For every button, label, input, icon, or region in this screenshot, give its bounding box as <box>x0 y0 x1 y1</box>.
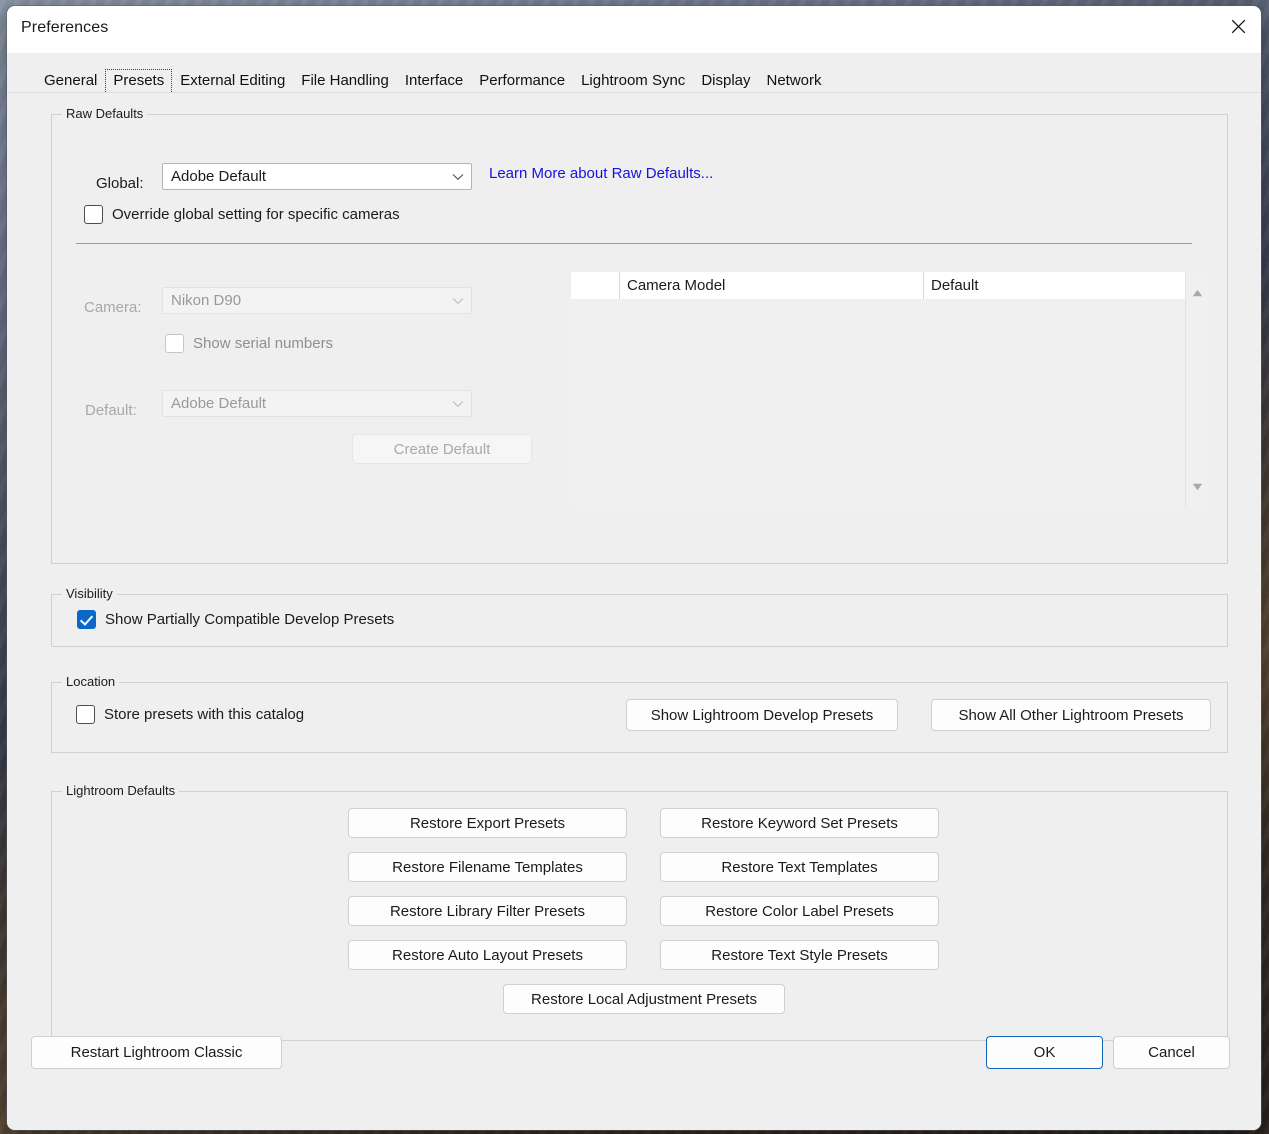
tab-presets[interactable]: Presets <box>105 69 173 94</box>
table-header-cell-camera-model[interactable]: Camera Model <box>620 272 924 299</box>
group-raw-defaults-legend: Raw Defaults <box>62 106 148 122</box>
store-presets-with-catalog-checkbox[interactable]: Store presets with this catalog <box>76 705 304 724</box>
chevron-down-icon <box>445 173 471 181</box>
group-location: Location Store presets with this catalog… <box>51 674 1228 753</box>
titlebar: Preferences <box>7 6 1261 53</box>
checkbox-box <box>76 705 95 724</box>
tab-display[interactable]: Display <box>693 69 759 94</box>
tab-external-editing[interactable]: External Editing <box>172 69 294 94</box>
table-vertical-scrollbar[interactable] <box>1185 272 1208 508</box>
dialog-footer: Restart Lightroom Classic OK Cancel <box>7 1036 1261 1130</box>
group-raw-defaults: Raw Defaults Global: Adobe Default Learn… <box>51 106 1228 564</box>
store-presets-with-catalog-label: Store presets with this catalog <box>104 706 305 723</box>
global-raw-default-select[interactable]: Adobe Default <box>162 163 472 190</box>
group-visibility-legend: Visibility <box>62 586 117 602</box>
ok-button[interactable]: OK <box>986 1036 1103 1069</box>
camera-defaults-table: Camera Model Default <box>571 272 1208 508</box>
show-partially-compatible-presets-checkbox[interactable]: Show Partially Compatible Develop Preset… <box>77 610 394 629</box>
table-header-row: Camera Model Default <box>571 272 1208 299</box>
tab-network[interactable]: Network <box>758 69 830 94</box>
restore-filename-templates-button[interactable]: Restore Filename Templates <box>348 852 627 882</box>
camera-select-value: Nikon D90 <box>171 292 242 309</box>
window-title: Preferences <box>21 19 109 36</box>
show-partially-compatible-presets-label: Show Partially Compatible Develop Preset… <box>105 611 395 628</box>
restore-keyword-set-presets-button[interactable]: Restore Keyword Set Presets <box>660 808 939 838</box>
restart-lightroom-classic-button[interactable]: Restart Lightroom Classic <box>31 1036 282 1069</box>
table-header-cell-default[interactable]: Default <box>924 272 1208 299</box>
tab-lightroom-sync[interactable]: Lightroom Sync <box>573 69 694 94</box>
restore-color-label-presets-button[interactable]: Restore Color Label Presets <box>660 896 939 926</box>
restore-auto-layout-presets-button[interactable]: Restore Auto Layout Presets <box>348 940 627 970</box>
show-serial-numbers-checkbox[interactable]: Show serial numbers <box>165 334 333 353</box>
camera-select[interactable]: Nikon D90 <box>162 287 472 314</box>
close-icon[interactable] <box>1215 6 1261 46</box>
group-location-legend: Location <box>62 674 120 690</box>
scroll-up-arrow-icon[interactable] <box>1186 282 1208 304</box>
panel-surface: Raw Defaults Global: Adobe Default Learn… <box>7 92 1261 1053</box>
show-all-other-lightroom-presets-button[interactable]: Show All Other Lightroom Presets <box>931 699 1211 731</box>
restore-local-adjustment-presets-button[interactable]: Restore Local Adjustment Presets <box>503 984 785 1014</box>
restore-text-templates-button[interactable]: Restore Text Templates <box>660 852 939 882</box>
create-default-button[interactable]: Create Default <box>352 434 532 464</box>
camera-default-value: Adobe Default <box>171 395 267 412</box>
group-lightroom-defaults: Lightroom Defaults Restore Export Preset… <box>51 783 1228 1041</box>
tab-list: General Presets External Editing File Ha… <box>36 69 830 94</box>
tab-performance[interactable]: Performance <box>471 69 574 94</box>
learn-more-raw-defaults-link[interactable]: Learn More about Raw Defaults... <box>489 165 713 182</box>
preferences-dialog: Preferences General Presets External Edi… <box>7 6 1261 1130</box>
section-divider <box>76 243 1192 244</box>
camera-label: Camera: <box>84 299 142 316</box>
restore-library-filter-presets-button[interactable]: Restore Library Filter Presets <box>348 896 627 926</box>
camera-default-select[interactable]: Adobe Default <box>162 390 472 417</box>
show-serial-numbers-label: Show serial numbers <box>193 335 334 352</box>
scroll-down-arrow-icon[interactable] <box>1186 476 1208 498</box>
tabstrip: General Presets External Editing File Ha… <box>7 53 1261 94</box>
tab-panel-presets: Raw Defaults Global: Adobe Default Learn… <box>7 92 1261 1130</box>
group-lightroom-defaults-legend: Lightroom Defaults <box>62 783 180 799</box>
chevron-down-icon <box>445 297 471 305</box>
camera-default-label: Default: <box>85 402 137 419</box>
global-label: Global: <box>96 175 144 192</box>
chevron-down-icon <box>445 400 471 408</box>
override-global-setting-label: Override global setting for specific cam… <box>112 206 400 223</box>
table-header-cell-blank[interactable] <box>571 272 620 299</box>
tab-file-handling[interactable]: File Handling <box>293 69 397 94</box>
tab-general[interactable]: General <box>36 69 106 94</box>
tab-interface[interactable]: Interface <box>396 69 472 94</box>
group-visibility: Visibility Show Partially Compatible Dev… <box>51 586 1228 647</box>
restore-text-style-presets-button[interactable]: Restore Text Style Presets <box>660 940 939 970</box>
checkbox-box <box>84 205 103 224</box>
restore-export-presets-button[interactable]: Restore Export Presets <box>348 808 627 838</box>
cancel-button[interactable]: Cancel <box>1113 1036 1230 1069</box>
override-global-setting-checkbox[interactable]: Override global setting for specific cam… <box>84 205 400 224</box>
checkbox-box <box>165 334 184 353</box>
checkbox-box <box>77 610 96 629</box>
global-raw-default-value: Adobe Default <box>171 168 267 185</box>
show-lightroom-develop-presets-button[interactable]: Show Lightroom Develop Presets <box>626 699 898 731</box>
table-body-empty <box>571 299 1208 507</box>
